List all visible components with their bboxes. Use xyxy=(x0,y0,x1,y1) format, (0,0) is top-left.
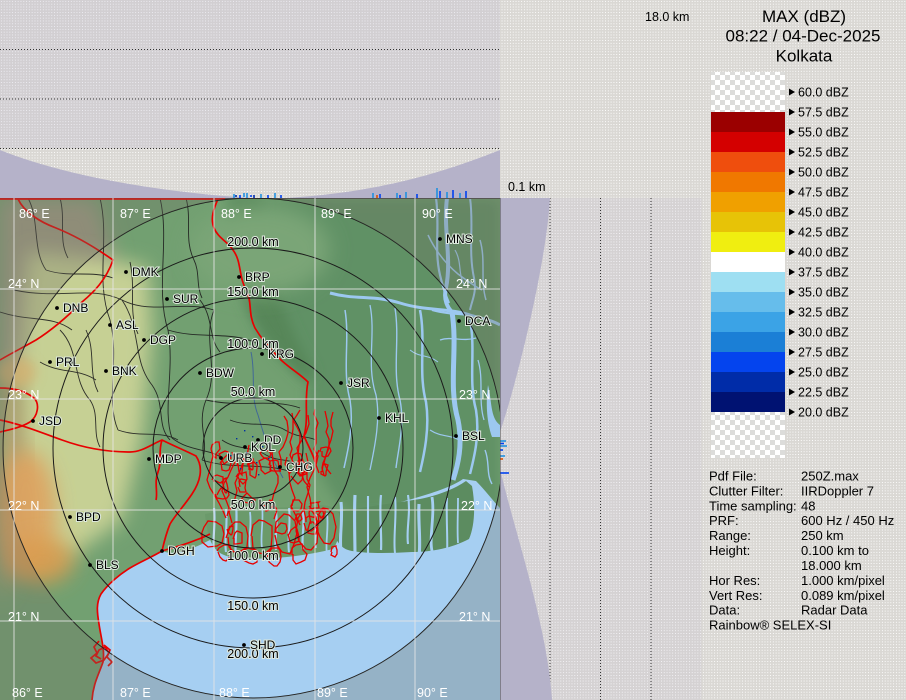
svg-text:PRL: PRL xyxy=(56,355,80,369)
svg-text:KRG: KRG xyxy=(268,347,294,361)
svg-text:250 km: 250 km xyxy=(801,528,844,543)
svg-text:55.0 dBZ: 55.0 dBZ xyxy=(798,126,849,140)
svg-text:MDP: MDP xyxy=(155,452,182,466)
svg-text:0.089 km/pixel: 0.089 km/pixel xyxy=(801,588,885,603)
svg-text:24° N: 24° N xyxy=(456,277,487,291)
svg-text:08:22 / 04-Dec-2025: 08:22 / 04-Dec-2025 xyxy=(726,27,881,46)
svg-text:45.0 dBZ: 45.0 dBZ xyxy=(798,206,849,220)
svg-text:20.0 dBZ: 20.0 dBZ xyxy=(798,406,849,420)
svg-text:89° E: 89° E xyxy=(317,686,348,700)
svg-text:30.0 dBZ: 30.0 dBZ xyxy=(798,326,849,340)
svg-text:90° E: 90° E xyxy=(422,207,453,221)
svg-text:40.0 dBZ: 40.0 dBZ xyxy=(798,246,849,260)
svg-text:Time sampling:: Time sampling: xyxy=(709,499,797,514)
svg-text:48: 48 xyxy=(801,499,815,514)
svg-text:DGH: DGH xyxy=(168,544,195,558)
svg-text:88° E: 88° E xyxy=(221,207,252,221)
svg-text:CHG: CHG xyxy=(286,460,313,474)
svg-text:SHD: SHD xyxy=(250,638,276,652)
svg-text:21° N: 21° N xyxy=(459,610,490,624)
svg-text:Data:: Data: xyxy=(709,603,740,618)
svg-text:URB: URB xyxy=(227,451,252,465)
svg-text:18.0 km: 18.0 km xyxy=(645,10,689,24)
svg-text:BNK: BNK xyxy=(112,364,137,378)
svg-text:0.1 km: 0.1 km xyxy=(508,180,546,194)
svg-text:1.000 km/pixel: 1.000 km/pixel xyxy=(801,573,885,588)
svg-text:22° N: 22° N xyxy=(461,499,492,513)
svg-text:200.0 km: 200.0 km xyxy=(227,235,278,249)
svg-text:86° E: 86° E xyxy=(19,207,50,221)
svg-text:0.100 km to: 0.100 km to xyxy=(801,543,869,558)
svg-text:JSD: JSD xyxy=(39,414,62,428)
svg-text:23° N: 23° N xyxy=(459,388,490,402)
svg-text:89° E: 89° E xyxy=(321,207,352,221)
svg-text:Pdf File:: Pdf File: xyxy=(709,469,757,484)
svg-text:57.5 dBZ: 57.5 dBZ xyxy=(798,106,849,120)
svg-text:90° E: 90° E xyxy=(417,686,448,700)
svg-text:DMK: DMK xyxy=(132,265,159,279)
svg-text:60.0 dBZ: 60.0 dBZ xyxy=(798,86,849,100)
svg-text:ASL: ASL xyxy=(116,318,139,332)
svg-text:MNS: MNS xyxy=(446,232,473,246)
svg-text:DNB: DNB xyxy=(63,301,88,315)
svg-text:50.0 dBZ: 50.0 dBZ xyxy=(798,166,849,180)
svg-text:18.000 km: 18.000 km xyxy=(801,558,862,573)
svg-text:BSL: BSL xyxy=(462,429,485,443)
svg-text:Kolkata: Kolkata xyxy=(776,47,833,66)
svg-text:MAX (dBZ): MAX (dBZ) xyxy=(762,7,846,26)
svg-text:600 Hz / 450 Hz: 600 Hz / 450 Hz xyxy=(801,513,894,528)
svg-text:SUR: SUR xyxy=(173,292,199,306)
svg-text:25.0 dBZ: 25.0 dBZ xyxy=(798,366,849,380)
svg-text:Clutter Filter:: Clutter Filter: xyxy=(709,484,783,499)
svg-text:Hor Res:: Hor Res: xyxy=(709,573,760,588)
svg-text:BLS: BLS xyxy=(96,558,119,572)
svg-text:250Z.max: 250Z.max xyxy=(801,469,859,484)
svg-text:21° N: 21° N xyxy=(8,610,39,624)
svg-text:27.5 dBZ: 27.5 dBZ xyxy=(798,346,849,360)
svg-text:37.5 dBZ: 37.5 dBZ xyxy=(798,266,849,280)
svg-text:Vert Res:: Vert Res: xyxy=(709,588,762,603)
svg-text:JSR: JSR xyxy=(347,376,370,390)
svg-text:22.5 dBZ: 22.5 dBZ xyxy=(798,386,849,400)
svg-text:42.5 dBZ: 42.5 dBZ xyxy=(798,226,849,240)
svg-text:Height:: Height: xyxy=(709,543,750,558)
svg-text:50.0 km: 50.0 km xyxy=(231,498,275,512)
svg-text:DCA: DCA xyxy=(465,314,490,328)
svg-text:23° N: 23° N xyxy=(8,388,39,402)
svg-text:87° E: 87° E xyxy=(120,686,151,700)
svg-text:87° E: 87° E xyxy=(120,207,151,221)
svg-text:BDW: BDW xyxy=(206,366,235,380)
svg-text:24° N: 24° N xyxy=(8,277,39,291)
svg-text:88° E: 88° E xyxy=(219,686,250,700)
svg-text:KHL: KHL xyxy=(385,411,409,425)
svg-text:52.5 dBZ: 52.5 dBZ xyxy=(798,146,849,160)
svg-text:50.0 km: 50.0 km xyxy=(231,385,275,399)
svg-text:DGP: DGP xyxy=(150,333,176,347)
svg-text:86° E: 86° E xyxy=(12,686,43,700)
svg-text:35.0 dBZ: 35.0 dBZ xyxy=(798,286,849,300)
svg-text:47.5 dBZ: 47.5 dBZ xyxy=(798,186,849,200)
svg-text:150.0 km: 150.0 km xyxy=(227,285,278,299)
svg-text:PRF:: PRF: xyxy=(709,513,739,528)
svg-text:IIRDoppler 7: IIRDoppler 7 xyxy=(801,484,874,499)
svg-text:BPD: BPD xyxy=(76,510,101,524)
svg-text:100.0 km: 100.0 km xyxy=(227,549,278,563)
svg-text:150.0 km: 150.0 km xyxy=(227,599,278,613)
svg-text:Radar Data: Radar Data xyxy=(801,603,868,618)
svg-text:Range:: Range: xyxy=(709,528,751,543)
svg-text:KOL: KOL xyxy=(251,440,275,454)
svg-text:Rainbow® SELEX-SI: Rainbow® SELEX-SI xyxy=(709,618,831,633)
svg-text:22° N: 22° N xyxy=(8,499,39,513)
svg-text:32.5 dBZ: 32.5 dBZ xyxy=(798,306,849,320)
svg-text:BRP: BRP xyxy=(245,270,270,284)
